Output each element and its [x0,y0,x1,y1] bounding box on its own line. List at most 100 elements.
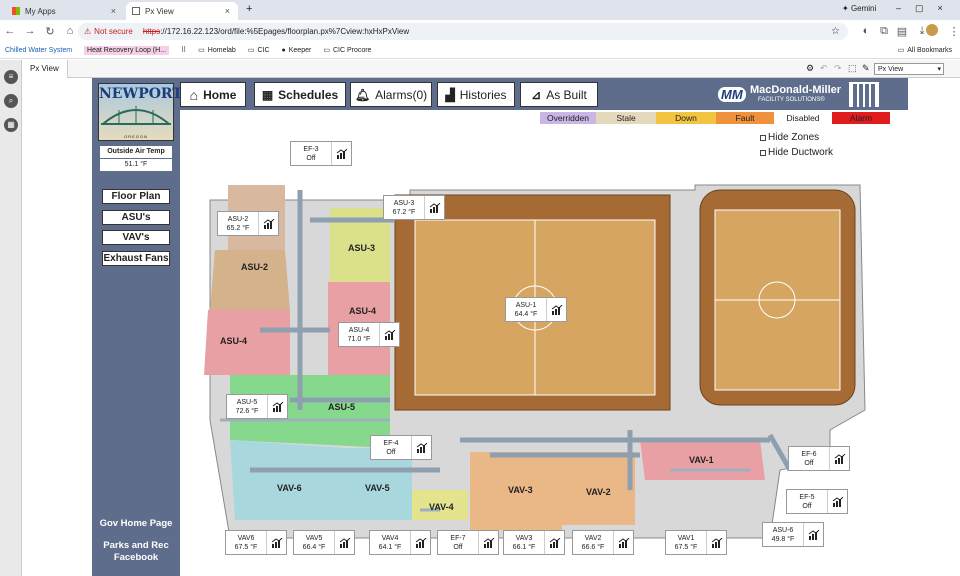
tab-px-view[interactable]: Px View × [126,2,238,20]
warning-icon: ⚠ [84,27,92,36]
newport-logo[interactable]: NEWPORT OREGON [98,83,183,141]
history-chart-icon[interactable] [613,531,633,554]
history-chart-icon[interactable] [827,490,847,513]
point-vav1[interactable]: VAV1 67.5 °F [665,530,727,555]
bookmark-all[interactable]: ▭ All Bookmarks [898,46,952,55]
extension-icon[interactable]: ◐ [856,25,876,37]
settings-icon[interactable]: ⚙ [806,63,814,74]
bookmark-keeper[interactable]: ● Keeper [282,47,312,54]
history-chart-icon[interactable] [706,531,726,554]
exhaust-fans-button[interactable]: Exhaust Fans [102,251,170,266]
bookmark-cic[interactable]: ▭ CIC [248,46,270,55]
history-chart-icon[interactable] [829,447,849,470]
edit-icon[interactable]: ✎ [862,63,870,74]
vavs-button[interactable]: VAV's [102,230,170,245]
history-chart-icon[interactable] [803,523,823,546]
view-select[interactable]: Px View ▾ [874,63,944,75]
new-tab-button[interactable]: + [246,3,252,15]
redo-icon[interactable]: ↷ [834,63,842,74]
point-asu-1[interactable]: ASU-1 64.4 °F [505,297,567,322]
history-chart-icon[interactable] [331,142,351,165]
reload-icon[interactable]: ↻ [40,25,60,38]
gov-home-link[interactable]: Gov Home Page [92,518,180,529]
history-chart-icon[interactable] [411,436,431,459]
history-chart-icon[interactable] [334,531,354,554]
bookmark-heat-recovery[interactable]: Heat Recovery Loop (H... [84,45,170,55]
point-vav6[interactable]: VAV6 67.5 °F [225,530,287,555]
parks-rec-link[interactable]: Parks and Rec [92,540,180,551]
point-ef-4[interactable]: EF-4 Off [370,435,432,460]
apps-grid-icon[interactable]: ⠿ [181,46,186,54]
point-ef-6[interactable]: EF-6 Off [788,446,850,471]
point-value: 66.6 °F [581,543,605,551]
history-chart-icon[interactable] [410,531,430,554]
star-icon[interactable]: ☆ [831,26,840,37]
px-view-tab[interactable]: Px View [22,60,68,78]
search-icon[interactable]: ⌕ [4,94,18,108]
history-chart-icon[interactable] [379,323,399,346]
history-chart-icon[interactable] [266,531,286,554]
checkbox[interactable] [760,134,766,141]
point-vav4[interactable]: VAV4 64.1 °F [369,530,431,555]
close-icon[interactable]: × [225,6,230,16]
history-chart-icon[interactable] [478,531,498,554]
history-chart-icon[interactable] [267,395,287,418]
history-chart-icon[interactable] [424,196,444,219]
history-chart-icon[interactable] [544,531,564,554]
point-text: EF-5 Off [787,490,827,513]
histories-button[interactable]: ▟ Histories [437,82,515,107]
point-asu-3[interactable]: ASU-3 67.2 °F [383,195,445,220]
close-icon[interactable]: × [111,6,116,16]
status-legend: Overridden Stale Down Fault Disabled Alarm [540,112,890,124]
asus-button[interactable]: ASU's [102,210,170,225]
point-ef-5[interactable]: EF-5 Off [786,489,848,514]
schedules-button[interactable]: ▦ Schedules [254,82,346,107]
as-built-button[interactable]: ⊿ As Built [520,82,598,107]
point-ef-3[interactable]: EF-3 Off [290,141,352,166]
point-ef-7[interactable]: EF-7 Off [437,530,499,555]
point-name: VAV4 [381,534,399,542]
point-vav2[interactable]: VAV2 66.6 °F [572,530,634,555]
point-asu-6[interactable]: ASU-6 49.8 °F [762,522,824,547]
forward-icon[interactable]: → [20,25,40,37]
select-icon[interactable]: ⬚ [848,63,857,74]
window-controls[interactable]: –▢× [896,3,957,14]
avatar[interactable] [926,24,938,36]
url-field[interactable]: ⚠ Not secure https ://172.16.22.123/ord/… [78,23,848,40]
hide-zones-toggle[interactable]: Hide Zones [760,132,819,143]
menu-rail-icon[interactable]: ≡ [4,70,18,84]
gemini-button[interactable]: ✦ Gemini [842,4,876,13]
company-sub: FACILITY SOLUTIONS® [758,97,825,103]
bookmark-chilled-water[interactable]: Chilled Water System [5,47,72,54]
hide-ductwork-toggle[interactable]: Hide Ductwork [760,147,833,158]
tab-my-apps[interactable]: My Apps × [6,2,124,20]
point-vav3[interactable]: VAV3 66.1 °F [503,530,565,555]
home-button[interactable]: ⌂ Home [180,82,246,107]
history-chart-icon[interactable] [258,212,278,235]
back-icon[interactable]: ← [0,25,20,37]
point-vav5[interactable]: VAV5 66.4 °F [293,530,355,555]
bookmark-homelab[interactable]: ▭ Homelab [198,46,236,55]
history-chart-icon[interactable] [546,298,566,321]
point-asu-5[interactable]: ASU-5 72.6 °F [226,394,288,419]
bookmark-cic-procore[interactable]: ▭ CIC Procore [323,46,371,55]
checkbox[interactable] [760,149,766,156]
company-name: MacDonald-Miller [750,84,842,96]
sidepanel-icon[interactable]: ▤ [892,25,912,38]
nav-tree-icon[interactable]: ▦ [4,118,18,132]
puzzle-icon[interactable]: ⧉ [874,25,894,38]
home-browser-icon[interactable]: ⌂ [60,25,80,37]
point-value: 64.1 °F [378,543,402,551]
point-text: EF-3 Off [291,142,331,165]
menu-icon[interactable]: ⋮ [944,25,960,38]
point-asu-2[interactable]: ASU-2 65.2 °F [217,211,279,236]
alarms-button[interactable]: 🔔︎ Alarms(0) [350,82,432,107]
facebook-link[interactable]: Facebook [92,552,180,563]
point-value: 67.5 °F [234,543,258,551]
point-asu-4[interactable]: ASU-4 71.0 °F [338,322,400,347]
calendar-icon: ▦ [261,87,274,102]
undo-icon[interactable]: ↶ [820,63,828,74]
point-text: VAV1 67.5 °F [666,531,706,554]
floor-plan-button[interactable]: Floor Plan [102,189,170,204]
zone-label-vav-5: VAV-5 [365,483,390,493]
